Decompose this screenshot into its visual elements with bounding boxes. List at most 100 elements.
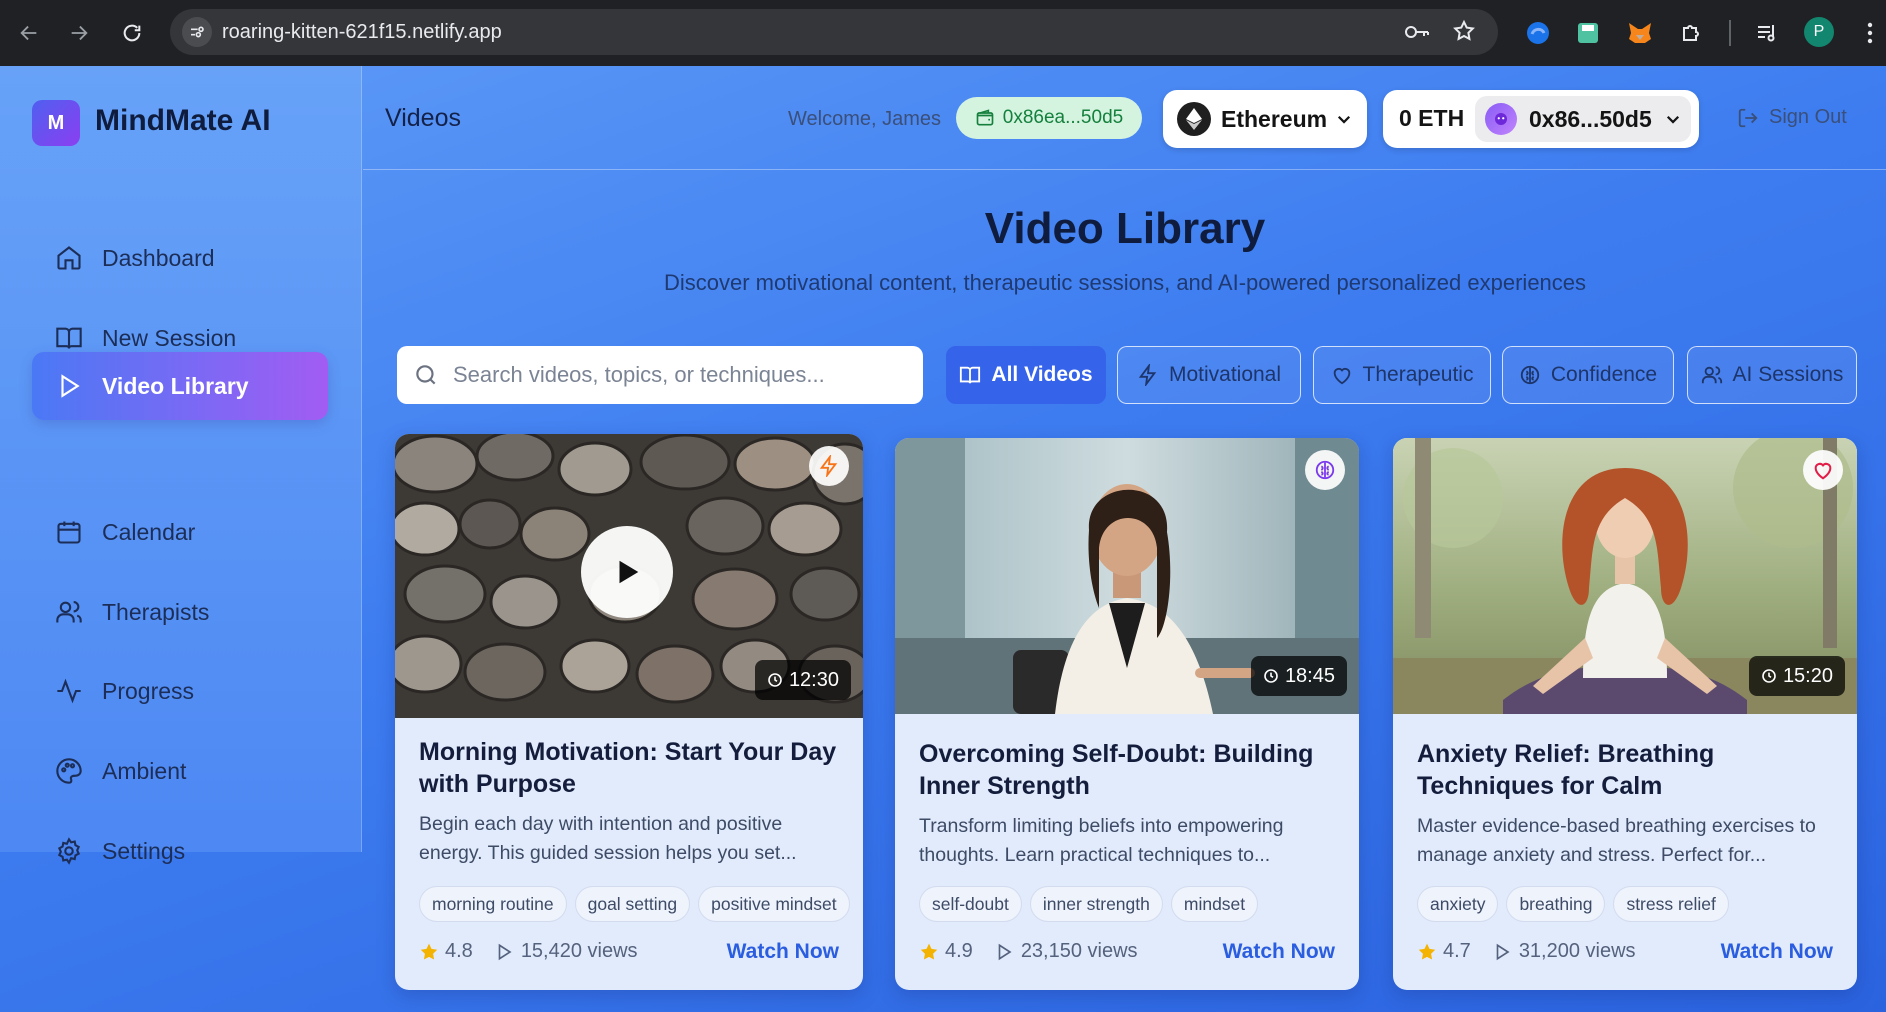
duration-text: 15:20 xyxy=(1782,664,1833,687)
video-card[interactable]: 18:45 Overcoming Self-Doubt: Building In… xyxy=(895,438,1359,990)
video-thumbnail-meditation[interactable]: 15:20 xyxy=(1393,438,1857,714)
video-title[interactable]: Overcoming Self-Doubt: Building Inner St… xyxy=(919,738,1339,802)
sidebar-item-video-library[interactable]: Video Library xyxy=(32,352,328,420)
sidebar-item-settings[interactable]: Settings xyxy=(32,817,328,885)
tag[interactable]: goal setting xyxy=(574,886,691,922)
video-thumbnail-woman-seated[interactable]: 18:45 xyxy=(895,438,1359,714)
sidebar-item-label: Dashboard xyxy=(102,244,215,271)
search-icon xyxy=(416,365,436,385)
sidebar-item-therapists[interactable]: Therapists xyxy=(32,578,328,646)
duration-badge: 15:20 xyxy=(1748,656,1845,696)
video-card[interactable]: 15:20 Anxiety Relief: Breathing Techniqu… xyxy=(1393,438,1857,990)
tag[interactable]: stress relief xyxy=(1613,886,1729,922)
filter-all-videos[interactable]: All Videos xyxy=(946,346,1106,404)
forward-arrow-icon xyxy=(71,25,88,41)
sidebar-item-label: New Session xyxy=(102,324,237,351)
tag[interactable]: self-doubt xyxy=(919,886,1022,922)
tag[interactable]: positive mindset xyxy=(698,886,850,922)
reload-icon xyxy=(123,24,141,42)
rating: 4.8 xyxy=(445,940,473,962)
filter-label: Confidence xyxy=(1550,363,1658,386)
library-subtitle: Discover motivational content, therapeut… xyxy=(663,270,1587,295)
extension-swirl-icon[interactable] xyxy=(1522,17,1554,49)
tag[interactable]: anxiety xyxy=(1417,886,1499,922)
wallet-icon xyxy=(976,109,994,126)
media-control-icon[interactable] xyxy=(1751,17,1783,49)
category-badge xyxy=(809,446,849,486)
logout-icon xyxy=(1738,108,1758,127)
filter-label: AI Sessions xyxy=(1732,363,1844,386)
sidebar-item-progress[interactable]: Progress xyxy=(32,657,328,725)
rating: 4.9 xyxy=(945,940,973,962)
tag[interactable]: inner strength xyxy=(1029,886,1163,922)
sidebar-item-label: Settings xyxy=(102,837,186,864)
filter-ai-sessions[interactable]: AI Sessions xyxy=(1687,346,1857,404)
star-icon xyxy=(1418,943,1436,959)
tag-list: anxiety breathing stress relief xyxy=(1417,886,1729,922)
account-address-pill[interactable]: 0x86...50d5 xyxy=(1475,96,1691,142)
browser-menu-icon[interactable] xyxy=(1854,17,1886,49)
duration-text: 18:45 xyxy=(1284,664,1335,687)
wallet-address-chip[interactable]: 0x86ea...50d5 xyxy=(956,97,1142,139)
filter-motivational[interactable]: Motivational xyxy=(1117,346,1301,404)
search-placeholder: Search videos, topics, or techniques... xyxy=(453,362,825,387)
forward-button[interactable] xyxy=(62,16,96,50)
metamask-fox-icon[interactable] xyxy=(1624,17,1656,49)
network-selector[interactable]: Ethereum xyxy=(1163,90,1367,148)
play-outline-icon xyxy=(498,943,512,960)
reload-button[interactable] xyxy=(115,16,149,50)
video-description: Master evidence-based breathing exercise… xyxy=(1417,815,1816,866)
sidebar-item-label: Ambient xyxy=(102,757,187,784)
chevron-down-icon xyxy=(1666,115,1679,124)
filter-confidence[interactable]: Confidence xyxy=(1502,346,1674,404)
bookmark-star-icon[interactable] xyxy=(1452,19,1476,48)
sidebar-item-label: Calendar xyxy=(102,518,196,545)
filter-therapeutic[interactable]: Therapeutic xyxy=(1313,346,1491,404)
tag[interactable]: morning routine xyxy=(419,886,567,922)
filter-label: All Videos xyxy=(991,363,1093,386)
video-meta: 4.8 15,420 views xyxy=(419,940,638,963)
account-selector[interactable]: 0 ETH 0x86...50d5 xyxy=(1383,90,1699,148)
back-button[interactable] xyxy=(12,16,46,50)
extension-save-icon[interactable] xyxy=(1572,17,1604,49)
watch-now-link[interactable]: Watch Now xyxy=(1223,940,1335,964)
play-button[interactable] xyxy=(581,526,673,618)
extensions-puzzle-icon[interactable] xyxy=(1676,17,1708,49)
video-title[interactable]: Anxiety Relief: Breathing Techniques for… xyxy=(1417,738,1837,802)
sidebar-item-dashboard[interactable]: Dashboard xyxy=(32,224,328,292)
video-meta: 4.9 23,150 views xyxy=(919,940,1138,963)
sign-out-button[interactable]: Sign Out xyxy=(1737,106,1847,129)
home-icon xyxy=(54,243,84,273)
activity-icon xyxy=(54,676,84,706)
eth-balance: 0 ETH xyxy=(1399,105,1465,131)
account-address: 0x86...50d5 xyxy=(1529,105,1652,132)
category-badge xyxy=(1305,450,1345,490)
profile-avatar[interactable]: P xyxy=(1804,17,1834,47)
back-arrow-icon xyxy=(20,25,37,41)
clock-icon xyxy=(1762,669,1776,683)
address-bar[interactable]: roaring-kitten-621f15.netlify.app xyxy=(170,9,1498,55)
view-count: 15,420 views xyxy=(520,940,638,962)
video-card[interactable]: 12:30 Morning Motivation: Start Your Day… xyxy=(395,434,863,990)
tag[interactable]: breathing xyxy=(1506,886,1606,922)
video-title[interactable]: Morning Motivation: Start Your Day with … xyxy=(419,736,839,800)
search-input[interactable]: Search videos, topics, or techniques... xyxy=(397,346,923,404)
watch-now-link[interactable]: Watch Now xyxy=(1721,940,1833,964)
tag[interactable]: mindset xyxy=(1170,886,1259,922)
sidebar-item-ambient[interactable]: Ambient xyxy=(32,737,328,805)
category-badge xyxy=(1803,450,1843,490)
sidebar-item-calendar[interactable]: Calendar xyxy=(32,498,328,566)
network-name: Ethereum xyxy=(1221,105,1328,132)
sidebar-item-label: Video Library xyxy=(102,372,249,399)
watch-now-link[interactable]: Watch Now xyxy=(727,940,839,964)
duration-badge: 12:30 xyxy=(754,660,851,700)
calendar-icon xyxy=(54,517,84,547)
wallet-address-text: 0x86ea...50d5 xyxy=(1002,107,1124,128)
filter-label: Therapeutic xyxy=(1362,363,1474,386)
sidebar-item-label: Progress xyxy=(102,677,195,704)
url-text: roaring-kitten-621f15.netlify.app xyxy=(222,21,502,43)
password-key-icon[interactable] xyxy=(1404,21,1430,48)
site-info-icon[interactable] xyxy=(182,17,212,47)
video-thumbnail-stones[interactable]: 12:30 xyxy=(395,434,863,718)
video-description: Transform limiting beliefs into empoweri… xyxy=(919,815,1284,866)
